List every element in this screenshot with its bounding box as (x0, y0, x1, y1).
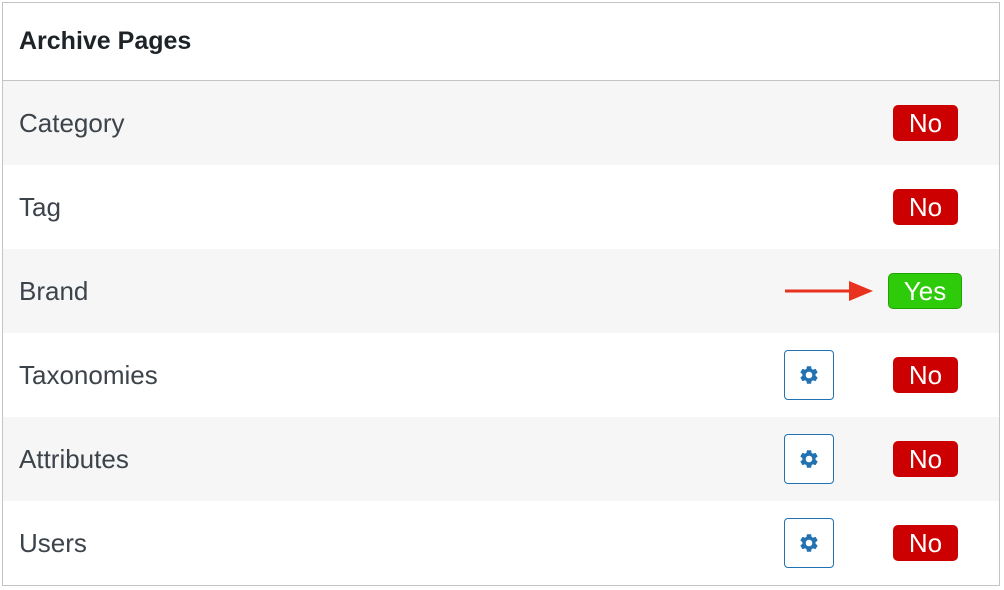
archive-pages-panel: Archive Pages Category No Tag No Brand Y… (2, 2, 1000, 586)
row-label: Category (19, 107, 125, 138)
arrow-right-icon (785, 281, 873, 301)
users-settings-button[interactable] (784, 518, 834, 568)
taxonomies-settings-button[interactable] (784, 350, 834, 400)
panel-header: Archive Pages (3, 3, 999, 81)
row-label: Taxonomies (19, 359, 158, 390)
row-tag: Tag No (3, 165, 999, 249)
gear-icon (800, 366, 818, 384)
row-brand: Brand Yes (3, 249, 999, 333)
users-status-toggle[interactable]: No (893, 525, 958, 561)
row-category: Category No (3, 81, 999, 165)
attributes-settings-button[interactable] (784, 434, 834, 484)
row-attributes: Attributes No (3, 417, 999, 501)
panel-title: Archive Pages (19, 27, 192, 55)
attributes-status-toggle[interactable]: No (893, 441, 958, 477)
row-label: Users (19, 527, 87, 558)
category-status-toggle[interactable]: No (893, 105, 958, 141)
taxonomies-status-toggle[interactable]: No (893, 357, 958, 393)
row-label: Attributes (19, 443, 129, 474)
row-label: Tag (19, 191, 61, 222)
row-users: Users No (3, 501, 999, 585)
row-label: Brand (19, 275, 89, 306)
brand-status-toggle[interactable]: Yes (888, 273, 962, 309)
tag-status-toggle[interactable]: No (893, 189, 958, 225)
gear-icon (800, 450, 818, 468)
row-taxonomies: Taxonomies No (3, 333, 999, 417)
gear-icon (800, 534, 818, 552)
